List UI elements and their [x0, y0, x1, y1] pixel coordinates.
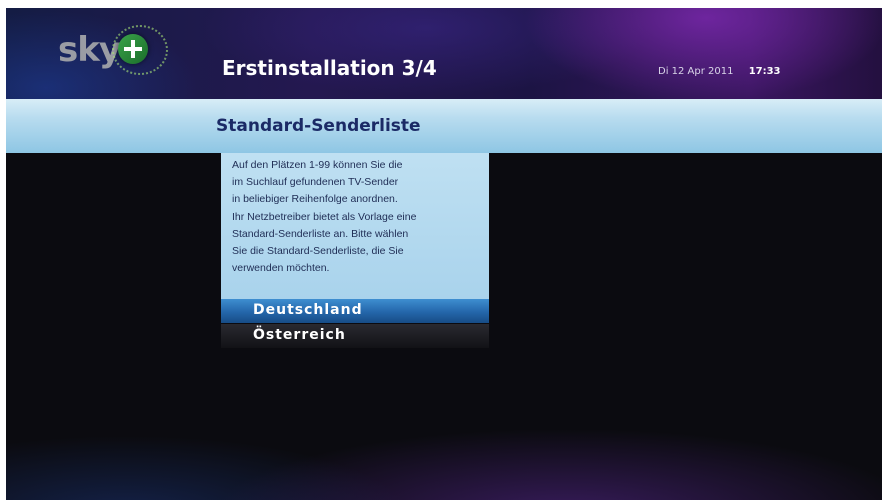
datetime: Di 12 Apr 2011 17:33	[658, 66, 781, 77]
info-line: verwenden möchten.	[232, 262, 330, 275]
info-line: Standard-Senderliste an. Bitte wählen	[232, 227, 409, 240]
list-item-label: Österreich	[253, 327, 346, 343]
tv-screen: sky Erstinstallation 3/4 Di 12 Apr 2011 …	[6, 8, 882, 500]
info-line: Sie die Standard-Senderliste, die Sie	[232, 245, 404, 258]
sky-plus-logo: sky	[52, 22, 182, 78]
info-line: Auf den Plätzen 1-99 können Sie die	[232, 159, 403, 171]
plus-icon	[118, 34, 148, 64]
channel-list-options: Deutschland Österreich	[221, 299, 489, 351]
date-label: Di 12 Apr 2011	[658, 66, 734, 77]
list-item-deutschland[interactable]: Deutschland	[221, 299, 489, 323]
list-item-oesterreich[interactable]: Österreich	[221, 324, 489, 348]
section-bar	[6, 99, 882, 153]
info-line: Ihr Netzbetreiber bietet als Vorlage ein…	[232, 210, 417, 223]
info-line: in beliebiger Reihenfolge anordnen.	[232, 193, 398, 206]
section-title: Standard-Senderliste	[216, 116, 421, 136]
page-title: Erstinstallation 3/4	[222, 56, 437, 80]
info-text: Auf den Plätzen 1-99 können Sie die im S…	[232, 157, 484, 277]
time-label: 17:33	[748, 66, 781, 77]
list-item-label: Deutschland	[253, 302, 363, 318]
info-line: im Suchlauf gefundenen TV-Sender	[232, 176, 399, 189]
logo-text: sky	[58, 30, 121, 70]
